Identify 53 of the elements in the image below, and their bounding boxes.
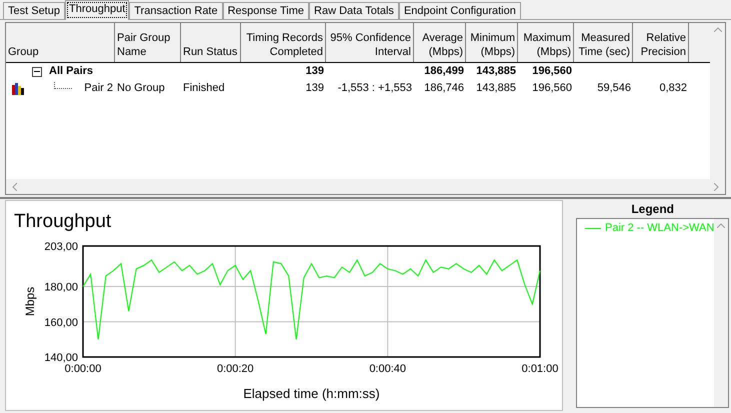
collapse-icon[interactable] <box>32 66 42 76</box>
vertical-scrollbar[interactable] <box>710 23 725 179</box>
vertical-scrollbar[interactable] <box>714 219 728 407</box>
table-cell: No Group <box>117 82 165 94</box>
y-tick-label: 140,00 <box>44 352 78 364</box>
bar-chart-icon <box>12 82 24 94</box>
table-cell: Finished <box>183 82 225 94</box>
y-tick-label: 160,00 <box>44 316 78 329</box>
table-cell: 143,885 <box>476 82 516 94</box>
column-header[interactable]: Group <box>6 23 115 62</box>
x-tick-label: 0:00:20 <box>216 363 254 375</box>
tab[interactable]: Response Time <box>222 2 310 19</box>
x-tick-label: 0:00:40 <box>369 363 406 375</box>
table-cell: 139 <box>306 82 324 94</box>
column-header[interactable]: Run Status <box>181 23 241 62</box>
column-header[interactable]: Average (Mbps) <box>414 23 466 62</box>
table-cell: 59,546 <box>597 82 631 94</box>
tab[interactable]: Transaction Rate <box>129 2 223 19</box>
tab[interactable]: Test Setup <box>3 2 65 19</box>
scroll-left-icon[interactable] <box>12 182 17 190</box>
tab[interactable]: Raw Data Totals <box>309 2 399 19</box>
legend-label: Pair 2 -- WLAN->WAN <box>605 221 714 236</box>
tab[interactable]: Throughput <box>64 0 130 20</box>
tab[interactable]: Endpoint Configuration <box>398 2 521 19</box>
group-label: Pair 2 <box>84 81 114 96</box>
table-cell: 186,746 <box>424 82 464 94</box>
y-tick-label: 203,00 <box>44 241 78 253</box>
scroll-right-icon[interactable] <box>714 182 719 190</box>
table-cell: 196,560 <box>532 65 572 78</box>
table-cell: -1,553 : +1,553 <box>338 82 412 94</box>
column-header[interactable]: Minimum (Mbps) <box>466 23 518 62</box>
table-cell: 139 <box>306 65 324 78</box>
column-header[interactable]: Pair Group Name <box>115 23 181 62</box>
column-header[interactable]: Maximum (Mbps) <box>518 23 574 62</box>
column-header[interactable]: Measured Time (sec) <box>574 23 633 62</box>
legend-title: Legend <box>630 201 675 218</box>
table-cell: 186,499 <box>424 65 464 78</box>
chart-title: Throughput <box>14 211 112 233</box>
table-cell: 196,560 <box>532 82 572 94</box>
horizontal-scrollbar[interactable] <box>6 179 725 194</box>
x-tick-label: 0:01:00 <box>522 363 558 375</box>
y-tick-label: 180,00 <box>44 282 78 294</box>
tree-line <box>54 82 72 89</box>
x-tick-label: 0:00:00 <box>64 363 102 375</box>
scroll-up-icon[interactable] <box>717 223 726 228</box>
column-header[interactable]: 95% Confidence Interval <box>326 23 414 62</box>
y-axis-label: Mbps <box>23 286 37 316</box>
x-axis-label: Elapsed time (h:mm:ss) <box>243 386 380 401</box>
scroll-up-icon[interactable] <box>714 27 722 32</box>
table-cell: 143,885 <box>476 65 516 78</box>
table-cell: 0,832 <box>659 82 687 94</box>
column-header[interactable]: Timing Records Completed <box>241 23 326 62</box>
group-label: All Pairs <box>49 64 94 80</box>
